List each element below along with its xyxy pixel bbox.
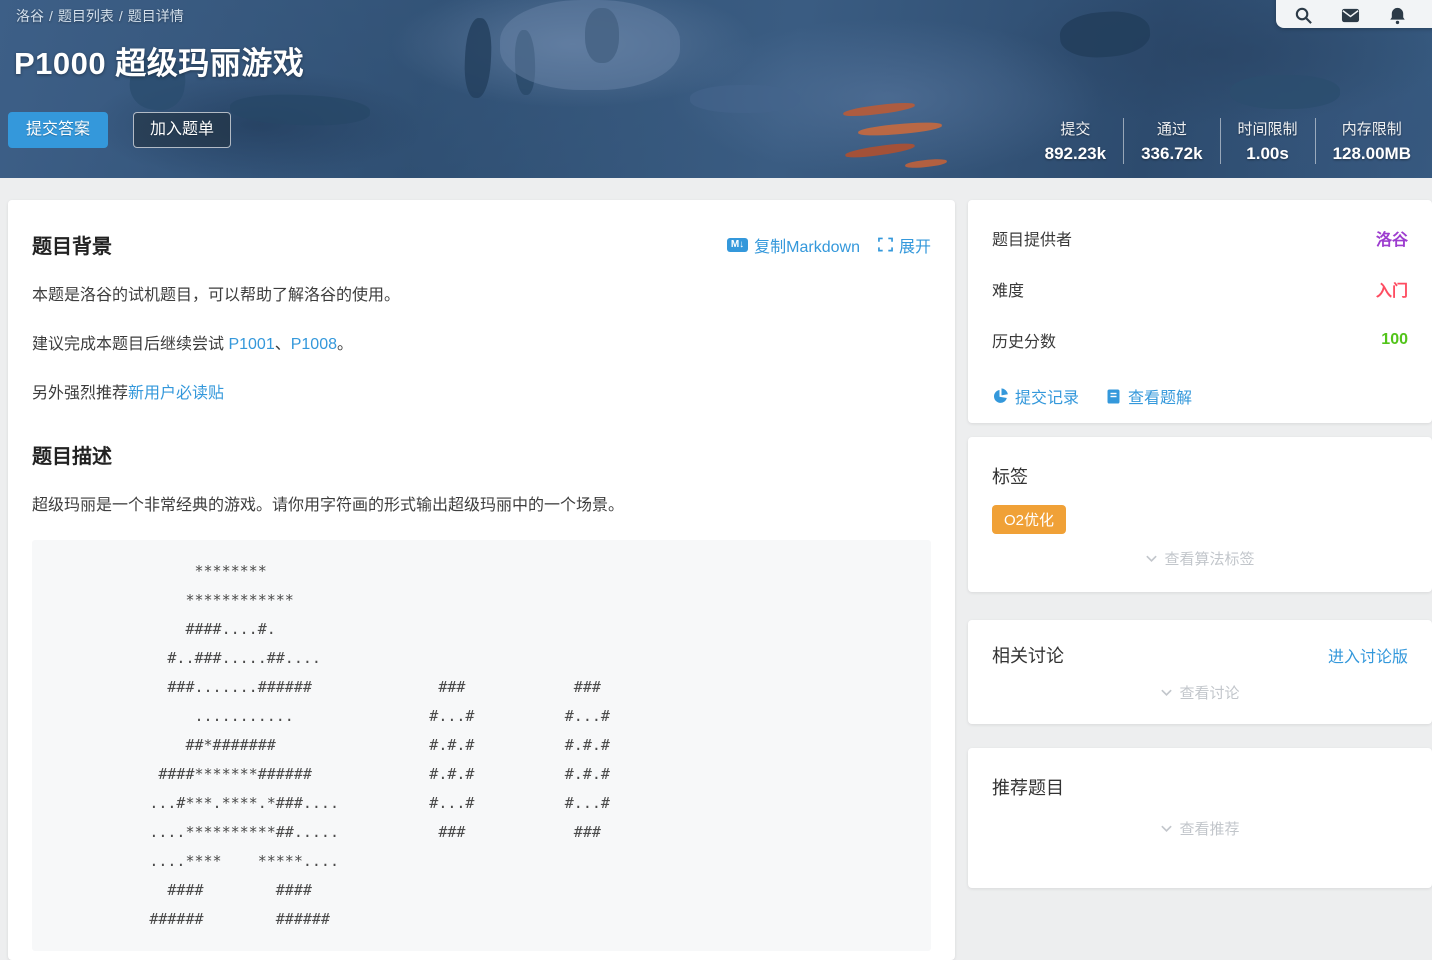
stat-label: 提交	[1045, 118, 1106, 139]
info-row-difficulty: 难度 入门	[992, 277, 1408, 301]
link-p1001[interactable]: P1001	[228, 336, 274, 353]
breadcrumb-problem-list[interactable]: 题目列表	[58, 8, 114, 24]
add-to-problem-list-button[interactable]: 加入题单	[133, 112, 231, 148]
info-label: 难度	[992, 277, 1024, 301]
link-p1008[interactable]: P1008	[291, 336, 337, 353]
topbar-icon-box	[1276, 0, 1432, 28]
expand-button[interactable]: 展开	[878, 233, 931, 257]
pie-chart-icon	[992, 388, 1009, 405]
banner-brushstroke	[230, 93, 371, 128]
bell-icon[interactable]	[1388, 6, 1407, 25]
section-title-background: 题目背景	[32, 230, 112, 259]
stat-time-limit: 时间限制 1.00s	[1220, 118, 1315, 164]
banner-brushstroke	[690, 85, 800, 113]
banner-brushstroke	[1059, 9, 1152, 60]
banner-brushstroke	[500, 0, 680, 90]
stat-label: 通过	[1141, 118, 1202, 139]
ascii-art-block: ******** ************ ####....#. #..###.…	[32, 540, 931, 951]
expand-label: 展开	[899, 233, 931, 257]
recommend-title: 推荐题目	[992, 774, 1408, 800]
breadcrumb-home[interactable]: 洛谷	[16, 8, 44, 24]
background-section-head: 题目背景 M↓ 复制Markdown 展开	[32, 230, 931, 259]
stat-value: 892.23k	[1045, 144, 1106, 164]
banner-brushstroke	[843, 101, 916, 119]
enter-discussion-board-link[interactable]: 进入讨论版	[1328, 643, 1408, 667]
suggest-suffix: 。	[337, 336, 353, 353]
link-new-user-post[interactable]: 新用户必读贴	[128, 385, 224, 402]
page-title: P1000 超级玛丽游戏	[14, 38, 304, 83]
banner-brushstroke	[463, 17, 493, 98]
breadcrumb-current: 题目详情	[128, 8, 184, 24]
problem-info-card: 题目提供者 洛谷 难度 入门 历史分数 100 提交记录 查看题解	[968, 200, 1432, 423]
content-actions: M↓ 复制Markdown 展开	[727, 233, 931, 257]
info-label: 题目提供者	[992, 226, 1072, 250]
info-label: 历史分数	[992, 328, 1056, 352]
expand-icon	[878, 237, 893, 252]
markdown-icon: M↓	[727, 238, 748, 252]
stat-value: 1.00s	[1238, 144, 1298, 164]
stat-value: 336.72k	[1141, 144, 1202, 164]
stat-accepted: 通过 336.72k	[1123, 118, 1219, 164]
submission-records-link[interactable]: 提交记录	[992, 384, 1079, 408]
search-icon[interactable]	[1294, 6, 1313, 25]
description-paragraph: 超级玛丽是一个非常经典的游戏。请你用字符画的形式输出超级玛丽中的一个场景。	[32, 494, 931, 518]
provider-value[interactable]: 洛谷	[1376, 226, 1408, 250]
banner-brushstroke	[905, 158, 948, 169]
show-algorithm-tags-label: 查看算法标签	[1164, 548, 1254, 569]
show-recommendations-label: 查看推荐	[1179, 818, 1239, 839]
discussion-title: 相关讨论	[992, 642, 1064, 668]
breadcrumb: 洛谷 / 题目列表 / 题目详情	[16, 6, 184, 26]
breadcrumb-separator: /	[119, 8, 123, 24]
stat-submissions: 提交 892.23k	[1028, 118, 1123, 164]
difficulty-value[interactable]: 入门	[1376, 277, 1408, 301]
banner-brushstroke	[845, 141, 916, 160]
info-row-provider: 题目提供者 洛谷	[992, 226, 1408, 250]
copy-markdown-label: 复制Markdown	[754, 233, 860, 257]
chevron-down-icon	[1160, 822, 1173, 835]
recommend-card: 推荐题目 查看推荐	[968, 748, 1432, 888]
mail-icon[interactable]	[1341, 6, 1360, 25]
tags-title: 标签	[992, 463, 1408, 489]
show-algorithm-tags-button[interactable]: 查看算法标签	[992, 548, 1408, 569]
discussion-head: 相关讨论 进入讨论版	[992, 642, 1408, 668]
tags-card: 标签 O2优化 查看算法标签	[968, 437, 1432, 592]
view-solutions-link[interactable]: 查看题解	[1105, 384, 1192, 408]
discussion-card: 相关讨论 进入讨论版 查看讨论	[968, 620, 1432, 724]
problem-content-card: 题目背景 M↓ 复制Markdown 展开 本题是洛谷的试机题目，可以帮助了解洛…	[8, 200, 955, 960]
banner: 洛谷 / 题目列表 / 题目详情 P1000 超级玛丽游戏 提交答案 加入题单 提交 8…	[0, 0, 1432, 178]
problem-stats: 提交 892.23k 通过 336.72k 时间限制 1.00s 内存限制 12…	[1028, 118, 1428, 164]
stat-value: 128.00MB	[1333, 144, 1411, 164]
show-recommendations-button[interactable]: 查看推荐	[992, 818, 1408, 839]
solution-book-icon	[1105, 388, 1122, 405]
submission-records-label: 提交记录	[1015, 384, 1079, 408]
recommend-note-paragraph: 另外强烈推荐新用户必读贴	[32, 382, 931, 406]
recommend-note-text: 另外强烈推荐	[32, 385, 128, 402]
stat-memory-limit: 内存限制 128.00MB	[1315, 118, 1428, 164]
suggest-text: 建议完成本题目后继续尝试	[32, 336, 228, 353]
banner-brushstroke	[858, 120, 943, 137]
breadcrumb-separator: /	[49, 8, 53, 24]
info-links: 提交记录 查看题解	[992, 384, 1408, 408]
history-score-value: 100	[1381, 331, 1408, 349]
view-solutions-label: 查看题解	[1128, 384, 1192, 408]
info-row-score: 历史分数 100	[992, 328, 1408, 352]
submit-answer-button[interactable]: 提交答案	[8, 112, 108, 148]
tag-o2[interactable]: O2优化	[992, 505, 1066, 534]
suggest-paragraph: 建议完成本题目后继续尝试 P1001、P1008。	[32, 333, 931, 357]
copy-markdown-button[interactable]: M↓ 复制Markdown	[727, 233, 860, 257]
banner-brushstroke	[1230, 75, 1340, 109]
background-paragraph: 本题是洛谷的试机题目，可以帮助了解洛谷的使用。	[32, 284, 931, 308]
chevron-down-icon	[1145, 552, 1158, 565]
chevron-down-icon	[1160, 686, 1173, 699]
show-discussions-button[interactable]: 查看讨论	[992, 682, 1408, 703]
stat-label: 时间限制	[1238, 118, 1298, 139]
show-discussions-label: 查看讨论	[1179, 682, 1239, 703]
section-title-description: 题目描述	[32, 440, 931, 469]
suggest-separator: 、	[275, 336, 291, 353]
header-buttons: 提交答案 加入题单	[8, 112, 231, 148]
stat-label: 内存限制	[1333, 118, 1411, 139]
